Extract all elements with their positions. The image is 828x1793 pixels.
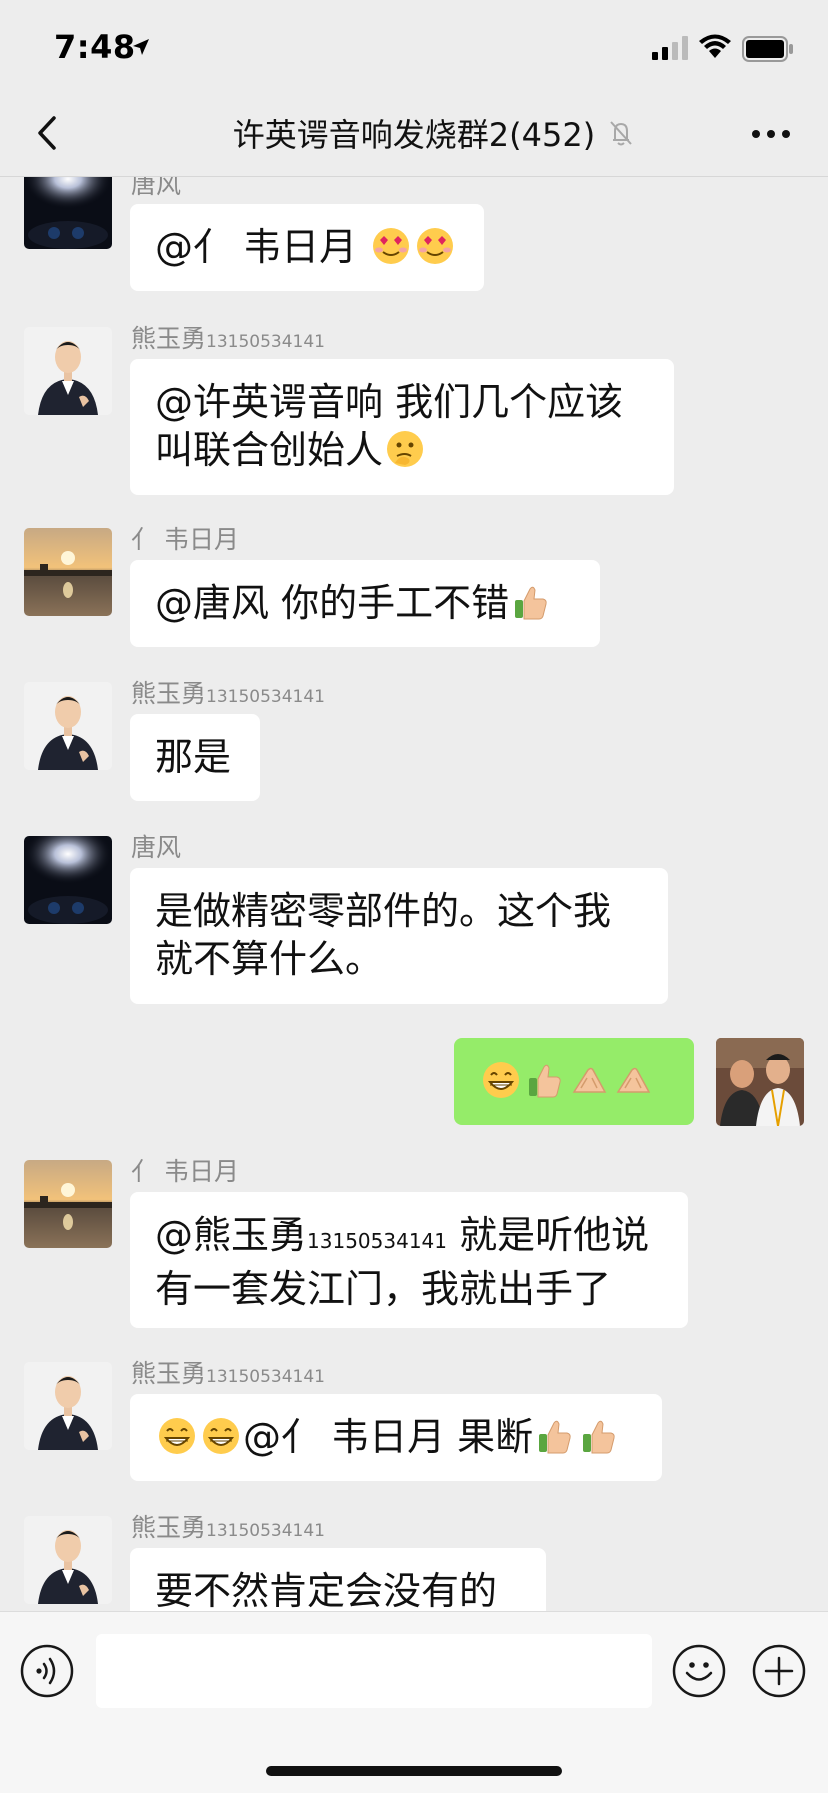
fist-emoji-icon <box>613 1060 653 1100</box>
sender-phone: 13150534141 <box>206 1521 325 1541</box>
grinning-face-emoji-icon <box>157 1416 197 1456</box>
grinning-face-emoji-icon <box>481 1060 521 1100</box>
heart-eyes-emoji-icon <box>371 226 411 266</box>
message-bubble[interactable]: @熊玉勇13150534141 就是听他说 有一套发江门，我就出手了 <box>130 1192 688 1328</box>
mention-text: @熊玉勇 <box>155 1213 308 1257</box>
heart-eyes-emoji-icon <box>415 226 455 266</box>
more-options-button[interactable] <box>746 114 796 154</box>
avatar[interactable] <box>24 682 112 770</box>
sender-name: 亻 韦日月 <box>131 525 239 554</box>
message-bubble[interactable]: 是做精密零部件的。这个我 就不算什么。 <box>130 868 668 1004</box>
sender-phone: 13150534141 <box>206 687 325 707</box>
sender-phone: 13150534141 <box>206 332 325 352</box>
avatar[interactable] <box>24 1516 112 1604</box>
fist-emoji-icon <box>569 1060 609 1100</box>
avatar-self[interactable] <box>716 1038 804 1126</box>
avatar[interactable] <box>24 1362 112 1450</box>
message-bubble[interactable]: 那是 <box>130 714 260 801</box>
bell-slash-icon <box>610 121 632 146</box>
message-text-line: 有一套发江门，我就出手了 <box>155 1267 612 1311</box>
message-bubble[interactable]: 要不然肯定会没有的 <box>130 1548 546 1611</box>
avatar[interactable] <box>24 1160 112 1248</box>
message-text: 那是 <box>155 735 232 779</box>
battery-icon <box>742 36 793 62</box>
message-text-line: 是做精密零部件的。这个我 <box>155 889 612 933</box>
voice-input-button[interactable] <box>20 1644 74 1698</box>
message-bubble[interactable]: @亻 韦日月 果断 <box>130 1394 662 1481</box>
avatar[interactable] <box>24 177 112 249</box>
chat-title[interactable]: 许英谔音响发烧群2(452) <box>233 116 595 154</box>
chat-message-list[interactable]: 唐风 @亻 韦日月 熊玉勇13150534141 @许英谔音响 我们几个应该 叫… <box>0 177 828 1611</box>
message-text: @唐风 你的手工不错 <box>155 581 510 625</box>
sender-name: 熊玉勇13150534141 <box>131 319 325 355</box>
message-text-line: 叫联合创始人 <box>155 428 384 472</box>
grinning-face-emoji-icon <box>201 1416 241 1456</box>
sender-name-text: 熊玉勇 <box>131 679 207 708</box>
thumbs-up-emoji-icon <box>535 1416 575 1456</box>
mention-phone: 13150534141 <box>307 1229 447 1253</box>
sender-name: 熊玉勇13150534141 <box>131 1354 325 1390</box>
status-bar: 7:48 <box>0 0 828 90</box>
thinking-face-emoji-icon <box>385 429 425 469</box>
message-input[interactable] <box>96 1634 652 1708</box>
sender-name: 熊玉勇13150534141 <box>131 1508 325 1544</box>
message-text: @亻 韦日月 果断 <box>243 1415 534 1459</box>
sender-name: 亻 韦日月 <box>131 1157 239 1186</box>
sender-name-text: 熊玉勇 <box>131 1359 207 1388</box>
location-arrow-icon <box>133 39 149 55</box>
sender-phone: 13150534141 <box>206 1367 325 1387</box>
thumbs-up-emoji-icon <box>511 582 551 622</box>
sender-name-text: 熊玉勇 <box>131 1513 207 1542</box>
message-text: @亻 韦日月 <box>155 225 370 269</box>
message-text-line: 就不算什么。 <box>155 937 384 981</box>
message-text: 要不然肯定会没有的 <box>155 1569 498 1611</box>
avatar[interactable] <box>24 836 112 924</box>
sender-name: 唐风 <box>131 833 182 862</box>
status-time: 7:48 <box>54 28 136 66</box>
avatar[interactable] <box>24 327 112 415</box>
message-text-line: @许英谔音响 我们几个应该 <box>155 380 624 424</box>
message-bubble-outgoing[interactable] <box>454 1038 694 1125</box>
avatar[interactable] <box>24 528 112 616</box>
sender-name: 熊玉勇13150534141 <box>131 674 325 710</box>
message-bubble[interactable]: @唐风 你的手工不错 <box>130 560 600 647</box>
wifi-icon <box>699 34 731 58</box>
more-functions-button[interactable] <box>752 1644 806 1698</box>
emoji-button[interactable] <box>672 1644 726 1698</box>
input-bar <box>0 1611 828 1793</box>
message-bubble[interactable]: @亻 韦日月 <box>130 204 484 291</box>
message-bubble[interactable]: @许英谔音响 我们几个应该 叫联合创始人 <box>130 359 674 495</box>
cellular-signal-icon <box>652 36 688 60</box>
sender-name-text: 熊玉勇 <box>131 324 207 353</box>
message-text: 就是听他说 <box>447 1213 650 1257</box>
thumbs-up-emoji-icon <box>579 1416 619 1456</box>
sender-name: 唐风 <box>131 177 182 199</box>
nav-bar: 许英谔音响发烧群2(452) <box>0 90 828 177</box>
home-indicator[interactable] <box>266 1766 562 1776</box>
thumbs-up-emoji-icon <box>525 1060 565 1100</box>
